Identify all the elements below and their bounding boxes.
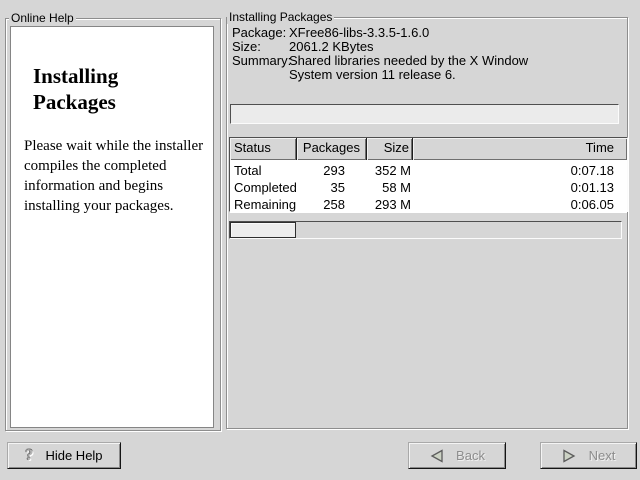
package-progressbar — [230, 104, 619, 124]
cell-packages: 293 — [297, 162, 367, 179]
hide-help-label: Hide Help — [45, 448, 102, 463]
summary-value-line1: Shared libraries needed by the X Window — [289, 54, 528, 68]
cell-size: 58 M — [367, 179, 413, 196]
help-body-text: Please wait while the installer compiles… — [24, 136, 206, 216]
next-button[interactable]: Next — [540, 442, 637, 469]
total-progressbar — [229, 221, 622, 239]
summary-value-line2: System version 11 release 6. — [289, 68, 456, 82]
size-label: Size: — [232, 40, 289, 54]
table-row-completed: Completed 35 58 M 0:01.13 — [230, 179, 627, 196]
total-progress-fill — [230, 222, 296, 238]
online-help-frame-label: Online Help — [9, 11, 76, 25]
next-arrow-icon — [562, 449, 577, 463]
package-label: Package: — [232, 26, 289, 40]
help-title: Installing Packages — [33, 63, 183, 115]
summary-label: Summary: — [232, 54, 289, 68]
column-header-size[interactable]: Size — [367, 138, 413, 160]
installing-packages-panel: Installing Packages Package: XFree86-lib… — [226, 17, 628, 429]
cell-status: Total — [230, 162, 297, 179]
summary-info-row2: System version 11 release 6. — [232, 68, 621, 82]
size-value: 2061.2 KBytes — [289, 40, 374, 54]
cell-packages: 35 — [297, 179, 367, 196]
stats-table-header: Status Packages Size Time — [230, 138, 627, 160]
back-arrow-icon — [429, 449, 444, 463]
package-value: XFree86-libs-3.3.5-1.6.0 — [289, 26, 429, 40]
next-label: Next — [589, 448, 616, 463]
package-info: Package: XFree86-libs-3.3.5-1.6.0 Size: … — [232, 26, 621, 82]
table-row-total: Total 293 352 M 0:07.18 — [230, 162, 627, 179]
cell-status: Completed — [230, 179, 297, 196]
column-header-packages[interactable]: Packages — [297, 138, 367, 160]
question-mark-icon: ? — [25, 447, 33, 465]
installer-window: { "help_panel": { "frame_label": "Online… — [0, 0, 640, 480]
table-row-remaining: Remaining 258 293 M 0:06.05 — [230, 196, 627, 213]
help-viewport: Installing Packages Please wait while th… — [10, 26, 214, 428]
cell-packages: 258 — [297, 196, 367, 213]
stats-table-body: Total 293 352 M 0:07.18 Completed 35 58 … — [230, 162, 627, 213]
online-help-panel: Online Help Installing Packages Please w… — [5, 18, 221, 431]
cell-time: 0:07.18 — [413, 162, 627, 179]
cell-size: 352 M — [367, 162, 413, 179]
hide-help-button[interactable]: ? Hide Help — [7, 442, 121, 469]
cell-time: 0:06.05 — [413, 196, 627, 213]
summary-info-row: Summary: Shared libraries needed by the … — [232, 54, 621, 68]
cell-time: 0:01.13 — [413, 179, 627, 196]
package-info-row: Package: XFree86-libs-3.3.5-1.6.0 — [232, 26, 621, 40]
cell-size: 293 M — [367, 196, 413, 213]
column-header-time[interactable]: Time — [413, 138, 627, 160]
back-label: Back — [456, 448, 485, 463]
installing-packages-frame-label: Installing Packages — [227, 10, 334, 24]
cell-status: Remaining — [230, 196, 297, 213]
back-button[interactable]: Back — [408, 442, 506, 469]
size-info-row: Size: 2061.2 KBytes — [232, 40, 621, 54]
stats-table: Status Packages Size Time Total 293 352 … — [229, 137, 628, 212]
column-header-status[interactable]: Status — [230, 138, 297, 160]
